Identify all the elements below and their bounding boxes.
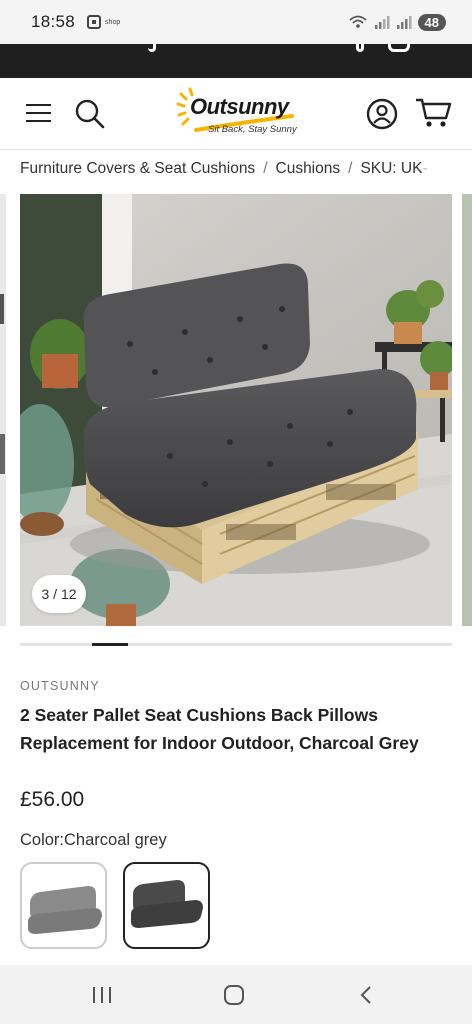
product-image[interactable] (20, 194, 452, 626)
menu-line (26, 112, 51, 114)
partial-icon (148, 44, 156, 52)
light-grey-swatch[interactable] (20, 862, 107, 949)
search-button[interactable] (74, 98, 106, 130)
breadcrumb-link-furniture-covers[interactable]: Furniture Covers & Seat Cushions (20, 160, 255, 177)
status-time: 18:58 (31, 12, 76, 31)
account-button[interactable] (366, 98, 398, 130)
system-nav-bar (0, 965, 472, 1024)
cart-icon (416, 98, 452, 127)
product-image-gallery[interactable] (20, 194, 452, 626)
breadcrumb-sku-fade: - (422, 160, 428, 177)
swatch-thumbnail (28, 886, 102, 934)
logo-text: Outsunny (190, 94, 289, 119)
status-right-icons: 48 (348, 13, 446, 31)
previous-image-peek[interactable] (0, 194, 6, 626)
facebook-icon[interactable] (356, 44, 364, 52)
instagram-icon[interactable] (388, 44, 410, 52)
user-icon (366, 98, 398, 130)
signal-icon-2 (396, 16, 412, 29)
search-icon (75, 99, 105, 129)
breadcrumb-separator: / (348, 160, 353, 177)
recent-apps-icon (93, 987, 111, 1003)
breadcrumb-separator: / (263, 160, 268, 177)
menu-button[interactable] (26, 103, 51, 123)
menu-line (26, 104, 51, 106)
status-notifications: shop (87, 15, 120, 29)
cart-button[interactable] (414, 96, 454, 130)
outsunny-logo[interactable]: Outsunny Sit Back, Stay Sunny (176, 86, 298, 144)
breadcrumb-link-cushions[interactable]: Cushions (276, 160, 341, 177)
breadcrumb: Furniture Covers & Seat Cushions / Cushion… (20, 160, 472, 182)
wifi-icon (348, 15, 367, 28)
next-image-peek[interactable] (462, 194, 472, 626)
site-header: Outsunny Sit Back, Stay Sunny (0, 78, 472, 150)
status-bar: 18:58 shop 48 (0, 0, 472, 44)
color-value: Charcoal grey (64, 831, 167, 849)
swatch-thumbnail (131, 880, 203, 928)
charcoal-grey-swatch[interactable] (123, 862, 210, 949)
home-icon (224, 985, 244, 1005)
product-price: £56.00 (20, 788, 85, 811)
back-button[interactable] (346, 980, 386, 1010)
home-button[interactable] (214, 980, 254, 1010)
menu-line (26, 120, 51, 122)
breadcrumb-sku: SKU: UK (360, 160, 423, 177)
slide-counter: 3 / 12 (32, 575, 86, 613)
product-title: 2 Seater Pallet Seat Cushions Back Pillo… (20, 705, 419, 753)
shop-app-icon: shop (105, 18, 121, 26)
announcement-bar (0, 44, 472, 78)
logo-tagline: Sit Back, Stay Sunny (208, 124, 297, 135)
gallery-progress-fill (92, 643, 128, 646)
signal-icon-1 (374, 16, 390, 29)
product-brand[interactable]: OUTSUNNY (20, 679, 100, 693)
recent-apps-button[interactable] (82, 980, 122, 1010)
color-label: Color:Charcoal grey (20, 831, 167, 850)
battery-indicator: 48 (417, 13, 446, 31)
gallery-progress-track (20, 643, 452, 646)
back-icon (360, 986, 371, 1004)
color-label-prefix: Color: (20, 831, 65, 849)
screenshot-icon (87, 15, 102, 29)
